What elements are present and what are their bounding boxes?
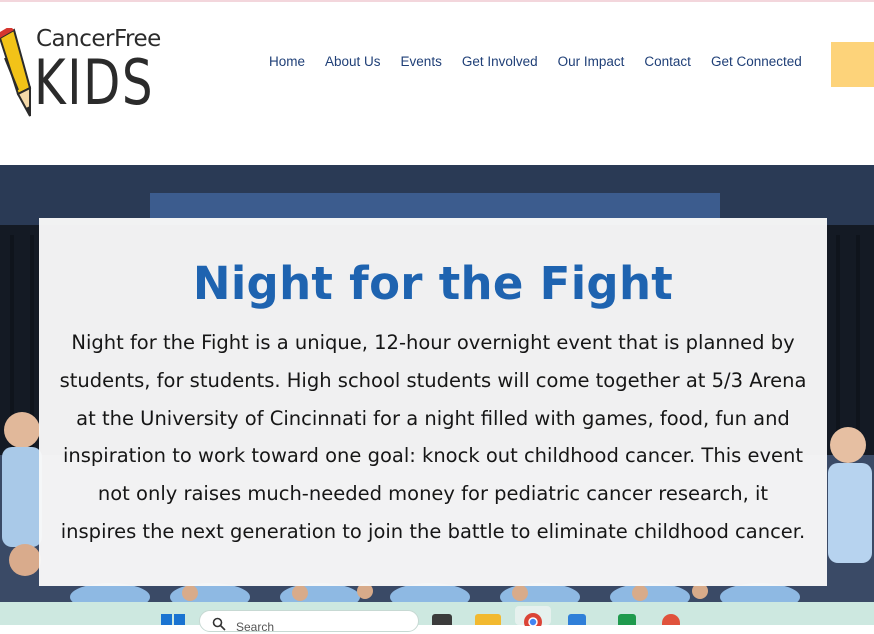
os-taskbar: Search <box>0 602 874 634</box>
nav-get-involved[interactable]: Get Involved <box>452 54 548 74</box>
event-info-card: Night for the Fight Night for the Fight … <box>39 218 827 586</box>
hero-section: Night for the Fight Night for the Fight … <box>0 165 874 602</box>
file-explorer-icon[interactable] <box>475 614 501 625</box>
main-nav: Home About Us Events Get Involved Our Im… <box>259 54 812 74</box>
nav-contact[interactable]: Contact <box>634 54 701 74</box>
donate-button[interactable] <box>831 42 874 87</box>
nav-get-connected[interactable]: Get Connected <box>701 54 812 74</box>
nav-home[interactable]: Home <box>259 54 315 74</box>
app-icon[interactable] <box>568 614 586 625</box>
task-view-icon[interactable] <box>432 614 452 625</box>
nav-about-us[interactable]: About Us <box>315 54 391 74</box>
pencil-logo-icon <box>0 28 32 117</box>
site-header: CancerFree KIDS Home About Us Events Get… <box>0 2 874 165</box>
taskbar-search-input[interactable]: Search <box>199 610 419 634</box>
windows-start-icon[interactable] <box>161 614 185 625</box>
nav-our-impact[interactable]: Our Impact <box>548 54 635 74</box>
search-icon <box>212 617 226 631</box>
event-title: Night for the Fight <box>192 257 674 310</box>
cancerfree-kids-logo[interactable]: CancerFree KIDS <box>0 22 180 122</box>
search-placeholder: Search <box>236 620 275 634</box>
nav-events[interactable]: Events <box>391 54 452 74</box>
app-icon[interactable] <box>618 614 636 625</box>
logo-text-kids: KIDS <box>34 46 155 119</box>
app-icon[interactable] <box>662 614 680 625</box>
event-description: Night for the Fight is a unique, 12-hour… <box>59 331 807 543</box>
chrome-icon[interactable] <box>515 606 551 626</box>
